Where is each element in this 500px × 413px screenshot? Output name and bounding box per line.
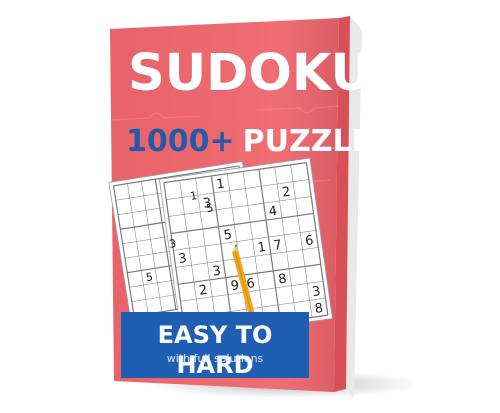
puzzle-count: 1000+ xyxy=(126,124,235,159)
banner-title: EASY TO HARD xyxy=(157,321,273,379)
cover-title: SUDOKU xyxy=(128,44,372,103)
scene: 1535 132451736398263158 SUDOKU 1000+PUZZ… xyxy=(0,0,500,413)
puzzles-word: PUZZLES xyxy=(242,124,394,159)
difficulty-banner: EASY TO HARD with full solutions xyxy=(121,312,309,379)
cover-subtitle: 1000+ PUZZLES xyxy=(126,120,394,164)
banner-subtitle: with full solutions xyxy=(166,352,264,365)
